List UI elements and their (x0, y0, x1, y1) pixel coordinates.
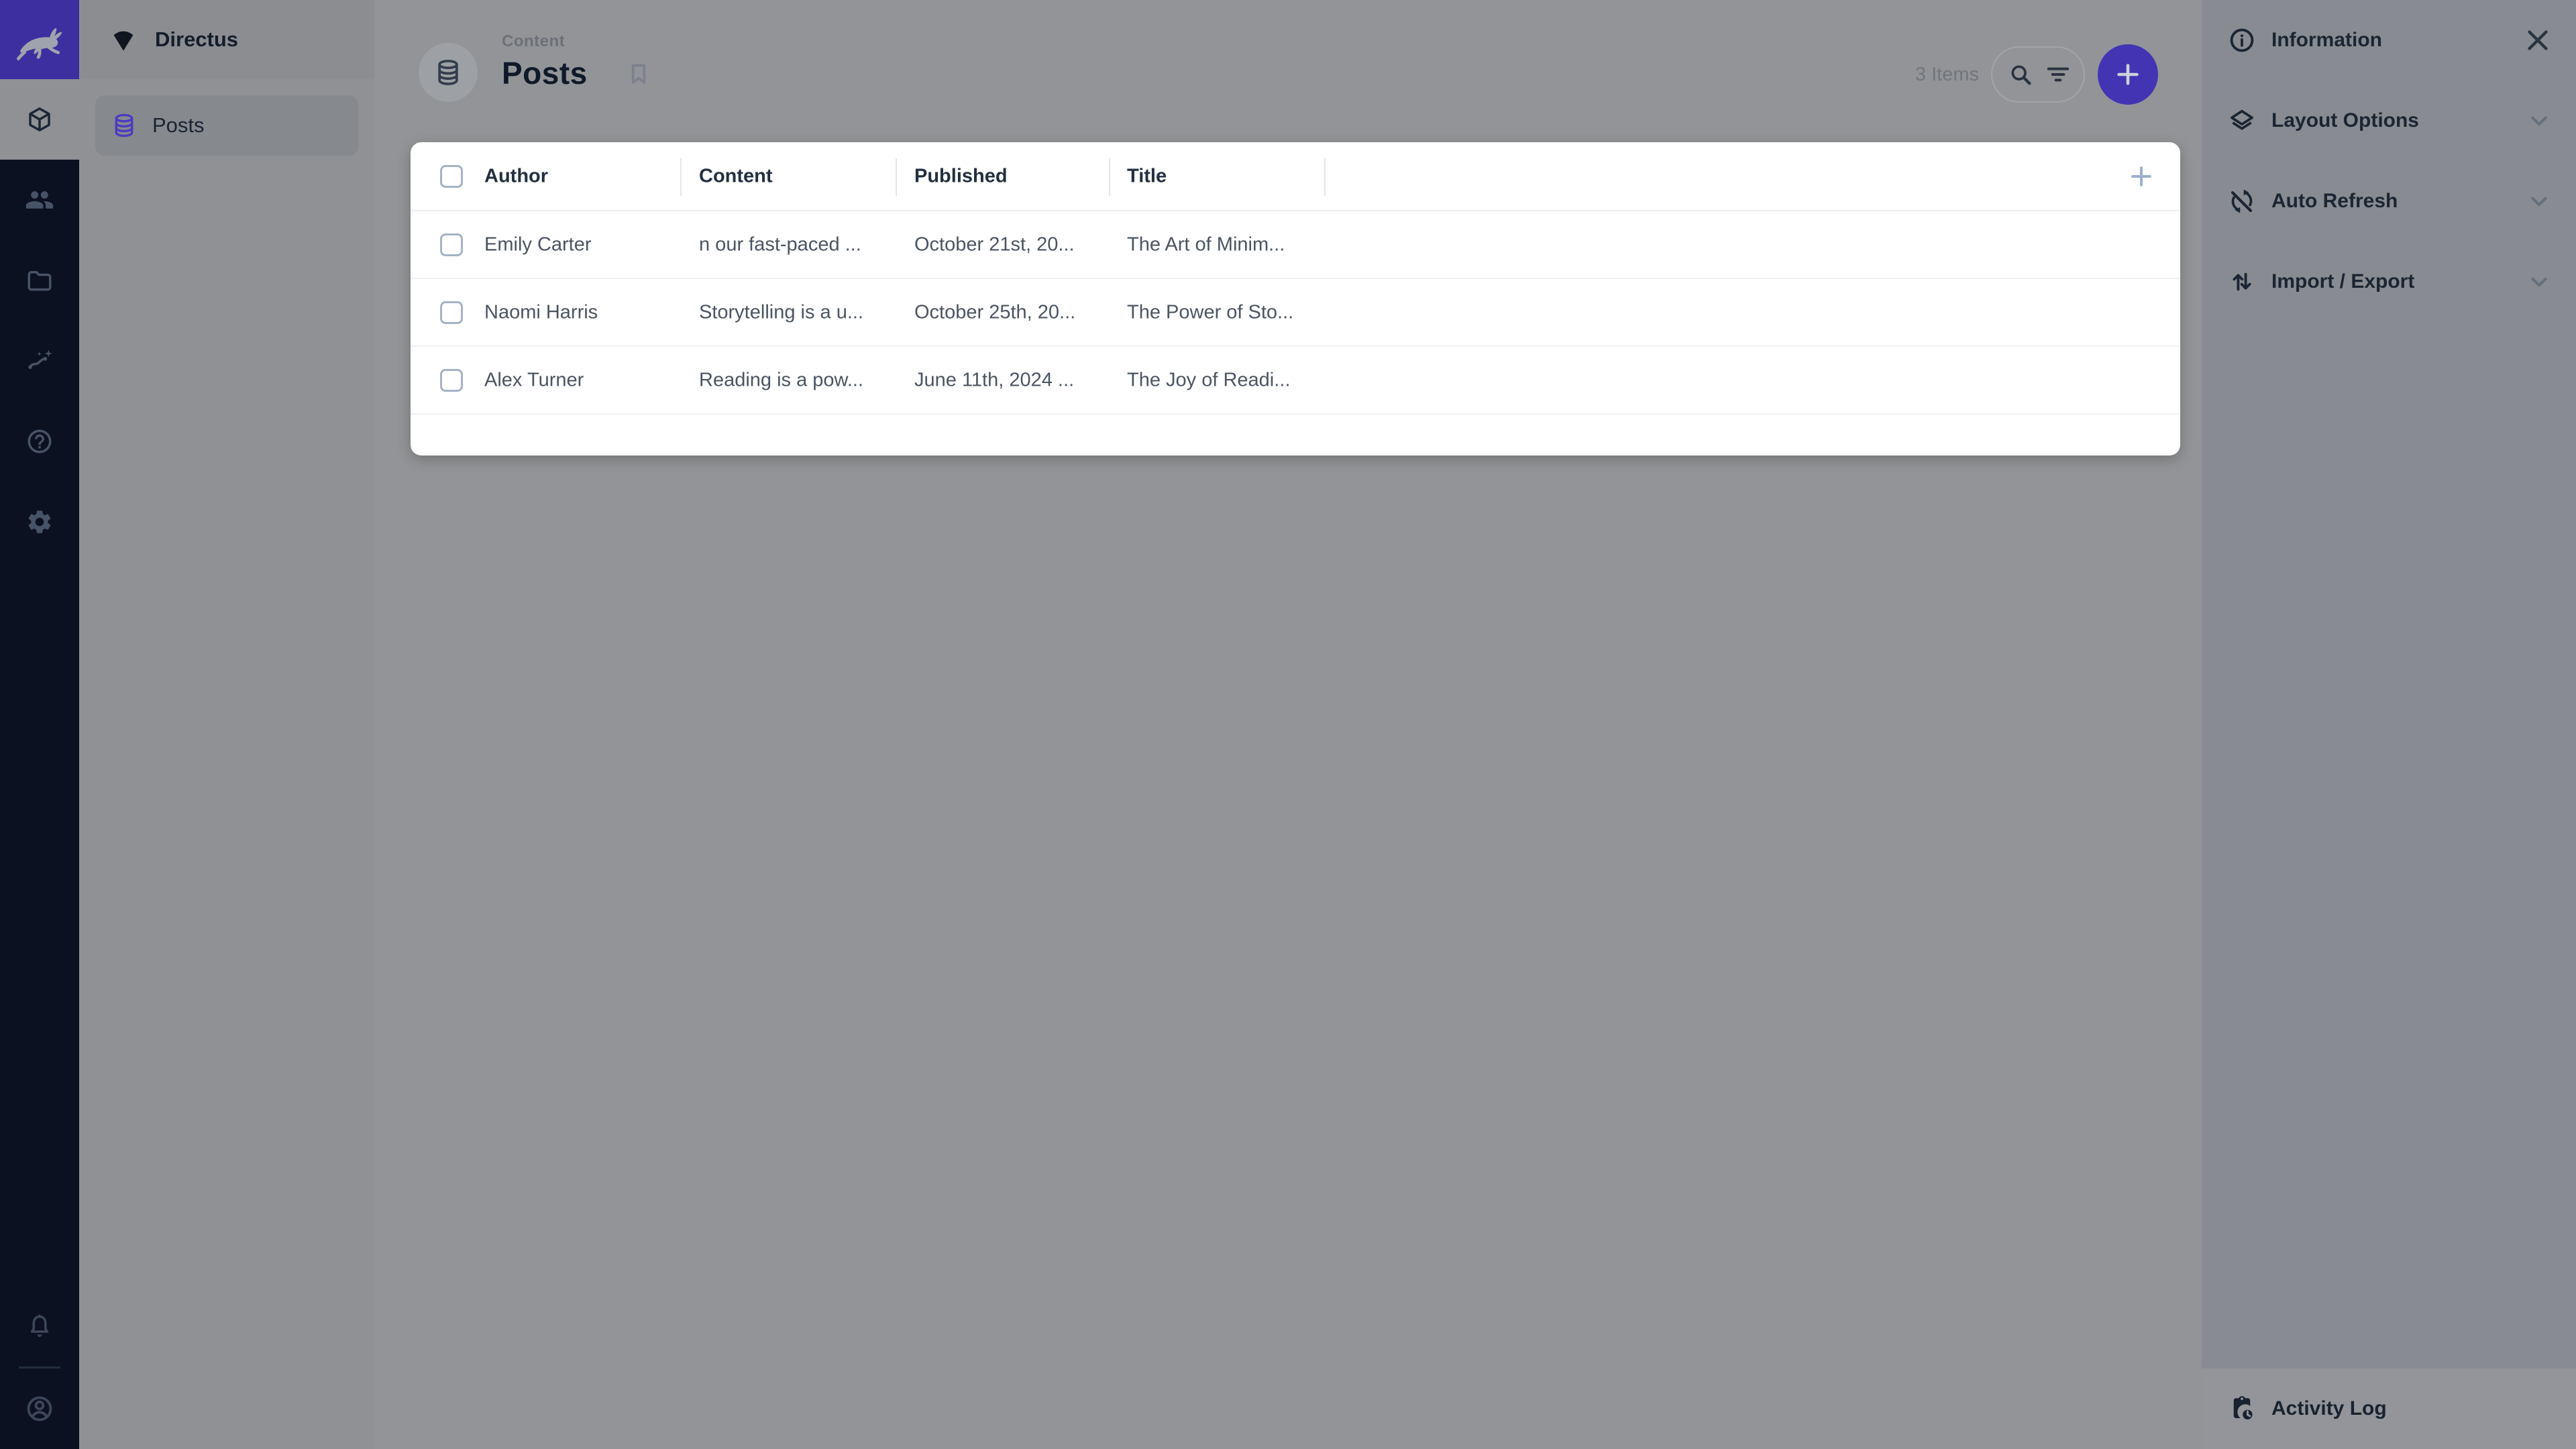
add-field-button[interactable] (2127, 162, 2156, 191)
directus-app: Directus Posts (0, 0, 2576, 1449)
chevron-down-icon (2525, 187, 2553, 215)
cell-title: The Joy of Readi... (1127, 369, 1290, 391)
bookmark-button[interactable] (623, 58, 655, 90)
row-checkbox[interactable] (440, 233, 463, 256)
import-export-icon (2228, 268, 2256, 296)
notifications-button[interactable] (0, 1288, 79, 1366)
project-shield-icon (109, 25, 138, 54)
page-title: Posts (502, 55, 588, 91)
sidebar-section-label: Layout Options (2271, 109, 2419, 132)
info-icon (2228, 26, 2256, 54)
module-docs[interactable] (0, 401, 79, 482)
column-header-title[interactable]: Title (1127, 165, 1167, 187)
select-all-checkbox[interactable] (440, 165, 463, 188)
search-button[interactable] (2007, 61, 2034, 88)
module-content[interactable] (0, 79, 79, 160)
plus-icon (2112, 59, 2143, 90)
collection-icon-circle (419, 43, 478, 102)
row-checkbox[interactable] (440, 369, 463, 392)
chevron-down-icon (2525, 107, 2553, 135)
sync-disabled-icon (2228, 187, 2256, 215)
user-circle-icon (24, 1393, 55, 1424)
cell-author: Alex Turner (484, 369, 584, 391)
module-settings[interactable] (0, 482, 79, 562)
activity-log-label: Activity Log (2271, 1397, 2387, 1420)
sidebar-section-label: Auto Refresh (2271, 190, 2398, 213)
column-divider (896, 158, 897, 196)
sidebar-section-import-export[interactable]: Import / Export (2202, 241, 2576, 322)
plus-icon (2127, 162, 2156, 191)
item-count: 3 Items (1915, 64, 1979, 86)
bell-icon (25, 1313, 54, 1341)
cell-title: The Power of Sto... (1127, 301, 1293, 323)
column-header-published[interactable]: Published (914, 165, 1008, 187)
database-icon (111, 112, 138, 139)
module-users[interactable] (0, 160, 79, 240)
column-header-content[interactable]: Content (699, 165, 773, 187)
cell-published: October 25th, 20... (914, 301, 1075, 323)
sidebar-section-label: Import / Export (2271, 270, 2414, 293)
table-row[interactable]: Naomi Harris Storytelling is a u... Octo… (411, 279, 2180, 347)
breadcrumb: Content (502, 32, 588, 51)
rabbit-logo-icon (14, 14, 65, 65)
cell-content: Storytelling is a u... (699, 301, 863, 323)
module-insights[interactable] (0, 321, 79, 401)
project-name: Directus (155, 28, 238, 52)
module-files[interactable] (0, 240, 79, 321)
activity-log-button[interactable]: Activity Log (2202, 1368, 2576, 1449)
column-divider (1324, 158, 1326, 196)
activity-log-icon (2228, 1395, 2256, 1423)
folder-icon (25, 266, 54, 294)
close-icon (2522, 25, 2553, 56)
sidebar-section-label: Information (2271, 29, 2382, 52)
cell-content: n our fast-paced ... (699, 233, 861, 256)
nav-item-posts[interactable]: Posts (95, 95, 358, 156)
navigation-panel: Directus Posts (79, 0, 374, 1449)
directus-logo[interactable] (0, 0, 79, 79)
cell-published: June 11th, 2024 ... (914, 369, 1074, 391)
people-icon (25, 185, 54, 215)
table-row[interactable]: Emily Carter n our fast-paced ... Octobe… (411, 211, 2180, 279)
filter-icon (2045, 61, 2072, 88)
table-row[interactable]: Alex Turner Reading is a pow... June 11t… (411, 347, 2180, 415)
close-sidebar-button[interactable] (2522, 25, 2553, 56)
column-header-author[interactable]: Author (484, 165, 548, 187)
layers-icon (2228, 107, 2256, 135)
row-checkbox[interactable] (440, 301, 463, 324)
column-divider (1109, 158, 1110, 196)
insights-icon (25, 347, 54, 375)
database-icon (433, 58, 463, 87)
table-header-row: Author Content Published Title (411, 142, 2180, 211)
items-table-card: Author Content Published Title Emily Car… (411, 142, 2180, 455)
title-block: Content Posts (502, 32, 588, 91)
help-icon (25, 427, 54, 455)
box-icon (25, 105, 54, 133)
cell-title: The Art of Minim... (1127, 233, 1285, 256)
cell-author: Emily Carter (484, 233, 592, 256)
page-header: Content Posts 3 Items (374, 0, 2202, 145)
sidebar-section-information[interactable]: Information (2202, 0, 2576, 80)
search-filter-pill (1991, 46, 2085, 103)
project-chooser[interactable]: Directus (79, 0, 374, 79)
add-item-button[interactable] (2098, 44, 2158, 105)
cell-published: October 21st, 20... (914, 233, 1075, 256)
user-menu-button[interactable] (0, 1368, 79, 1449)
nav-item-label: Posts (152, 113, 205, 138)
column-divider (680, 158, 682, 196)
cell-content: Reading is a pow... (699, 369, 863, 391)
header-toolbar: 3 Items (1915, 44, 2158, 105)
search-icon (2007, 61, 2034, 88)
module-bar (0, 0, 79, 1449)
right-sidebar: Information Layout Options (2202, 0, 2576, 1449)
bookmark-icon (625, 60, 652, 87)
sidebar-section-layout-options[interactable]: Layout Options (2202, 80, 2576, 161)
cell-author: Naomi Harris (484, 301, 598, 323)
gear-icon (25, 508, 54, 536)
filter-button[interactable] (2045, 61, 2072, 88)
sidebar-section-auto-refresh[interactable]: Auto Refresh (2202, 161, 2576, 241)
chevron-down-icon (2525, 268, 2553, 296)
